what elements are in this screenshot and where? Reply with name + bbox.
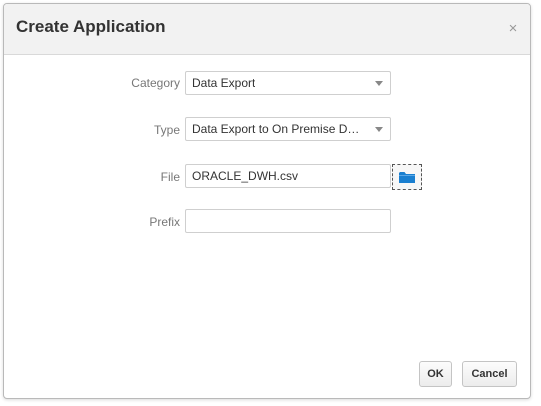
cancel-button[interactable]: Cancel <box>462 361 517 387</box>
chevron-down-icon <box>375 81 383 86</box>
create-application-dialog: Create Application × Category Data Expor… <box>3 3 531 399</box>
dialog-title: Create Application <box>16 17 166 36</box>
prefix-input[interactable] <box>185 209 391 233</box>
browse-file-button[interactable] <box>392 164 422 190</box>
close-icon[interactable]: × <box>506 21 520 36</box>
prefix-label: Prefix <box>149 215 180 229</box>
category-select[interactable]: Data Export <box>185 71 391 95</box>
file-label: File <box>160 170 180 184</box>
type-label: Type <box>153 123 180 137</box>
file-input[interactable]: ORACLE_DWH.csv <box>185 164 391 188</box>
dialog-header: Create Application × <box>4 4 530 55</box>
folder-icon <box>399 172 415 183</box>
category-label: Category <box>131 76 180 90</box>
category-value: Data Export <box>192 76 256 90</box>
chevron-down-icon <box>375 127 383 132</box>
type-select[interactable]: Data Export to On Premise Dat... <box>185 117 391 141</box>
ok-button[interactable]: OK <box>419 361 452 387</box>
type-value: Data Export to On Premise Dat... <box>192 122 362 136</box>
